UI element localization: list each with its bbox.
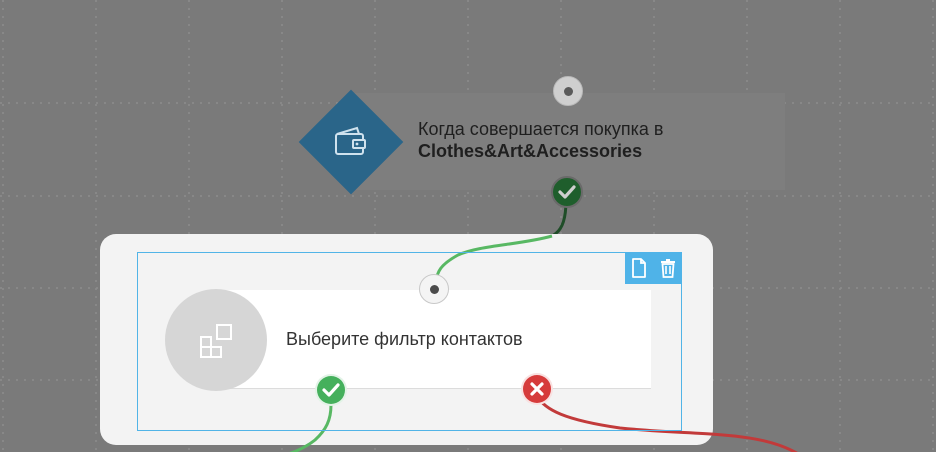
workflow-canvas[interactable]: Когда совершается покупка в Clothes&Art&… [0,0,936,452]
filter-input-port[interactable] [419,274,449,304]
filter-node-label: Выберите фильтр контактов [286,329,523,349]
filter-no-badge[interactable] [521,373,553,405]
check-icon [322,383,340,397]
document-icon[interactable] [629,257,649,279]
trash-icon[interactable] [658,257,678,279]
filter-yes-badge[interactable] [315,374,347,406]
node-toolbar [625,252,682,284]
close-icon [530,382,544,396]
filter-blocks-icon [200,324,232,358]
